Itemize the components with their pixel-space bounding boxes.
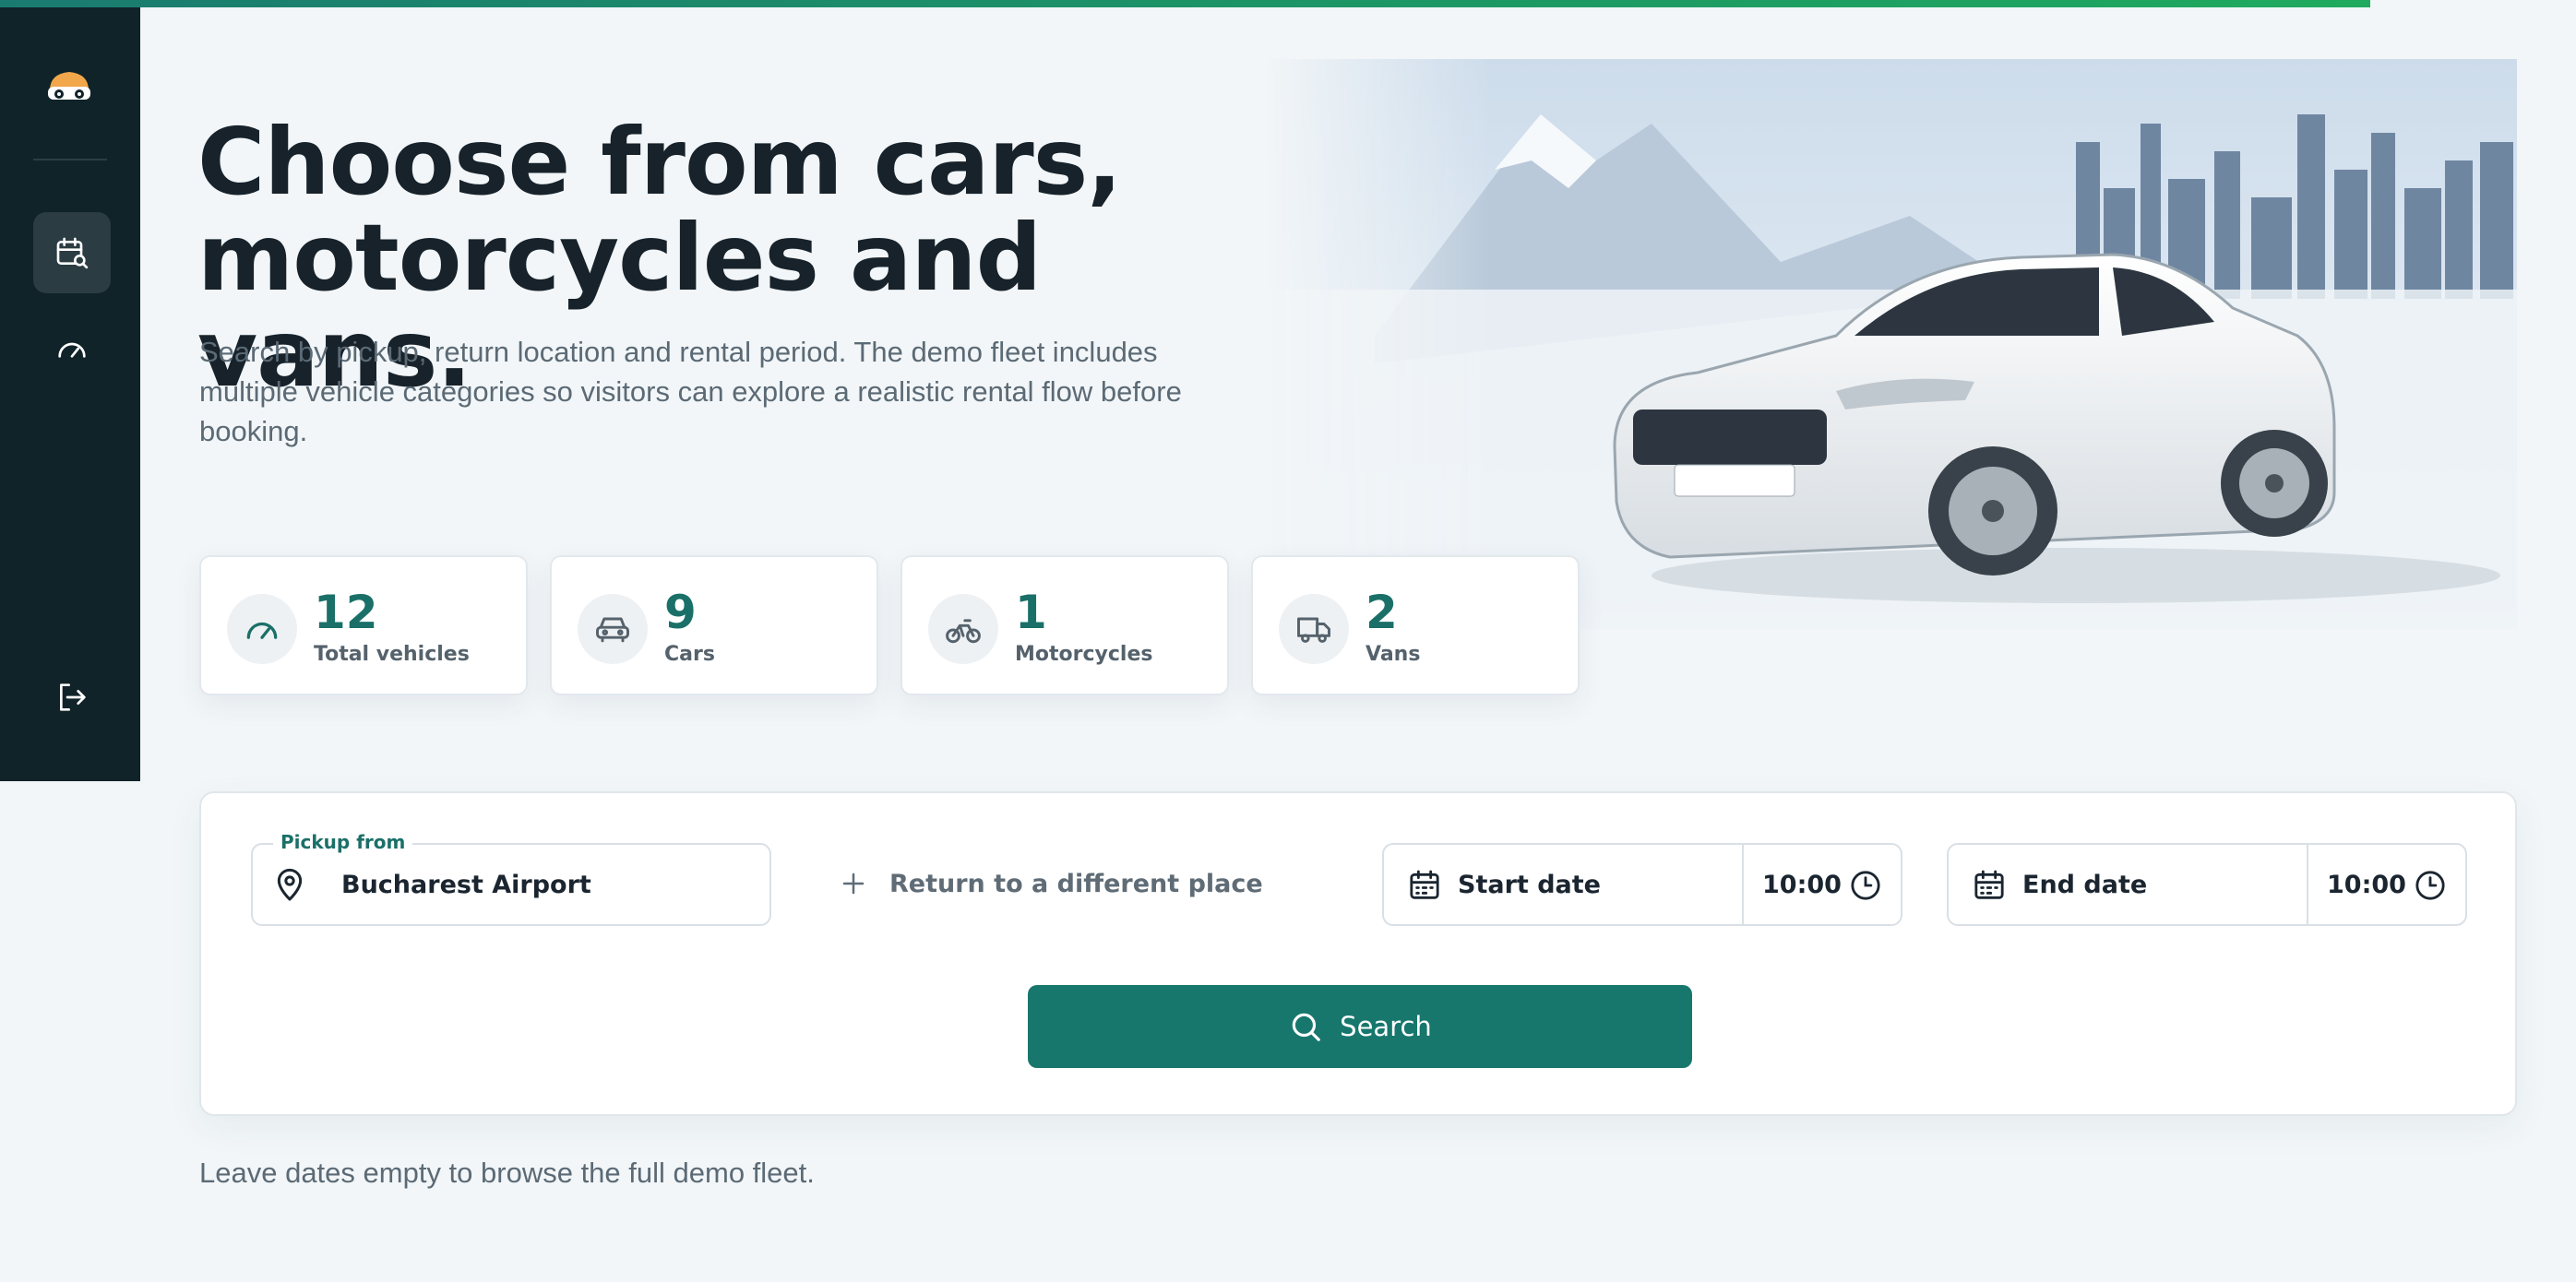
return-link-label: Return to a different place — [889, 869, 1263, 898]
sidebar-divider — [33, 159, 107, 160]
stat-label: Total vehicles — [314, 643, 470, 666]
car-logo-icon[interactable] — [44, 63, 94, 107]
stat-value: 2 — [1366, 586, 1398, 639]
pickup-field[interactable]: Pickup from Bucharest Airport — [251, 830, 771, 926]
stat-card-vans: 2 Vans — [1251, 555, 1580, 695]
start-date-field[interactable]: Start date 10:00 — [1382, 843, 1902, 926]
stat-label: Motorcycles — [1015, 643, 1153, 666]
start-date-placeholder: Start date — [1458, 871, 1601, 899]
pickup-label: Pickup from — [273, 830, 413, 854]
speedometer-icon — [227, 594, 297, 664]
clock-icon[interactable] — [1847, 867, 1884, 904]
sidebar — [0, 0, 140, 781]
logout-icon — [60, 683, 86, 711]
title-line-1: Choose from cars, — [197, 108, 1122, 216]
stat-label: Vans — [1366, 643, 1421, 666]
search-button[interactable]: Search — [1028, 985, 1692, 1068]
search-icon — [1292, 1013, 1321, 1041]
stat-value: 9 — [664, 586, 697, 639]
calendar-search-icon — [56, 237, 89, 269]
stat-label: Cars — [664, 643, 715, 666]
calendar-icon — [1410, 870, 1439, 899]
calendar-icon — [1974, 870, 2004, 899]
plus-icon — [842, 872, 865, 895]
hero-car-image — [1264, 59, 2517, 629]
sidebar-item-dashboard[interactable] — [33, 308, 111, 389]
stat-value: 1 — [1015, 586, 1047, 639]
end-date-field[interactable]: End date 10:00 — [1947, 843, 2467, 926]
truck-icon — [1279, 594, 1349, 664]
bicycle-icon — [928, 594, 998, 664]
stat-card-cars: 9 Cars — [550, 555, 878, 695]
field-divider — [2307, 845, 2308, 924]
sidebar-item-search[interactable] — [33, 212, 111, 293]
start-time-value[interactable]: 10:00 — [1762, 869, 1842, 902]
stat-card-motorcycles: 1 Motorcycles — [900, 555, 1229, 695]
search-panel: Pickup from Bucharest Airport Return to … — [199, 791, 2517, 1116]
search-button-label: Search — [1340, 1011, 1432, 1042]
return-different-place-link[interactable]: Return to a different place — [840, 863, 1263, 904]
car-icon — [578, 594, 648, 664]
search-hint: Leave dates empty to browse the full dem… — [199, 1157, 815, 1189]
location-pin-icon — [277, 868, 303, 901]
sidebar-item-logout[interactable] — [33, 657, 111, 738]
stat-card-total: 12 Total vehicles — [199, 555, 528, 695]
field-divider — [1742, 845, 1744, 924]
end-date-placeholder: End date — [2022, 871, 2148, 899]
pickup-value: Bucharest Airport — [341, 871, 591, 899]
clock-icon[interactable] — [2412, 867, 2449, 904]
page-progress-bar — [0, 0, 2370, 7]
speedometer-icon — [58, 342, 86, 358]
end-time-value[interactable]: 10:00 — [2327, 869, 2406, 902]
hero-subtitle: Search by pickup, return location and re… — [199, 336, 1182, 447]
stat-value: 12 — [314, 586, 378, 639]
